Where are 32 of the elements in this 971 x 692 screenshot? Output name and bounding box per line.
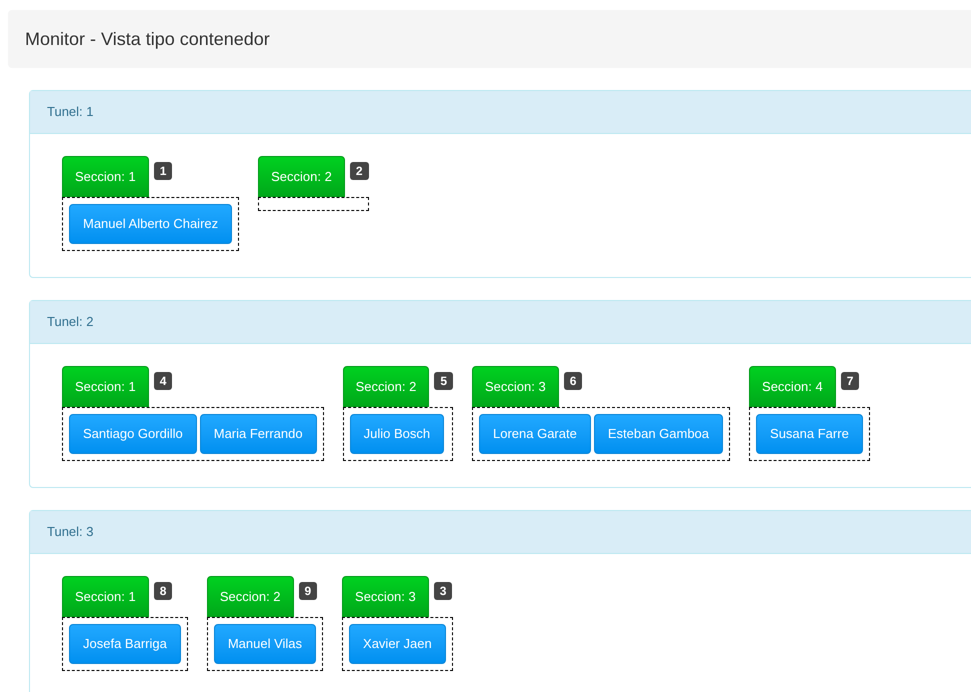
person-button[interactable]: Xavier Jaen: [349, 624, 446, 664]
section-button[interactable]: Seccion: 4: [749, 366, 836, 407]
person-button[interactable]: Manuel Alberto Chairez: [69, 204, 232, 244]
count-badge: 3: [434, 582, 452, 600]
section-button[interactable]: Seccion: 2: [206, 576, 294, 617]
person-button[interactable]: Santiago Gordillo: [69, 414, 197, 454]
person-button[interactable]: Susana Farre: [756, 414, 863, 454]
count-badge: 9: [298, 582, 318, 600]
count-badge: 4: [154, 372, 172, 390]
count-badge: 1: [154, 162, 172, 180]
section-button[interactable]: Seccion: 2: [258, 156, 345, 197]
person-button[interactable]: Lorena Garate: [479, 414, 591, 454]
person-button[interactable]: Esteban Gamboa: [594, 414, 724, 454]
person-button[interactable]: Maria Ferrando: [200, 414, 317, 454]
count-badge: 2: [350, 162, 369, 180]
count-badge: 8: [154, 582, 172, 600]
section-button[interactable]: Seccion: 3: [472, 366, 559, 407]
section-button[interactable]: Seccion: 2: [342, 366, 430, 407]
panel-title: Tunel: 1: [47, 103, 94, 122]
count-badge: 5: [434, 372, 453, 390]
person-button[interactable]: Julio Bosch: [350, 414, 444, 454]
person-button[interactable]: Josefa Barriga: [69, 624, 181, 664]
panel-title: Tunel: 2: [47, 313, 94, 332]
person-button[interactable]: Manuel Vilas: [214, 624, 316, 664]
panel-title: Tunel: 3: [47, 523, 94, 542]
count-badge: 6: [564, 372, 582, 390]
count-badge: 7: [840, 372, 860, 390]
section-button[interactable]: Seccion: 1: [62, 156, 149, 197]
section-button[interactable]: Seccion: 1: [62, 366, 149, 407]
section-button[interactable]: Seccion: 3: [342, 576, 429, 617]
section-button[interactable]: Seccion: 1: [62, 576, 149, 617]
page-title: Monitor - Vista tipo contenedor: [25, 28, 270, 51]
